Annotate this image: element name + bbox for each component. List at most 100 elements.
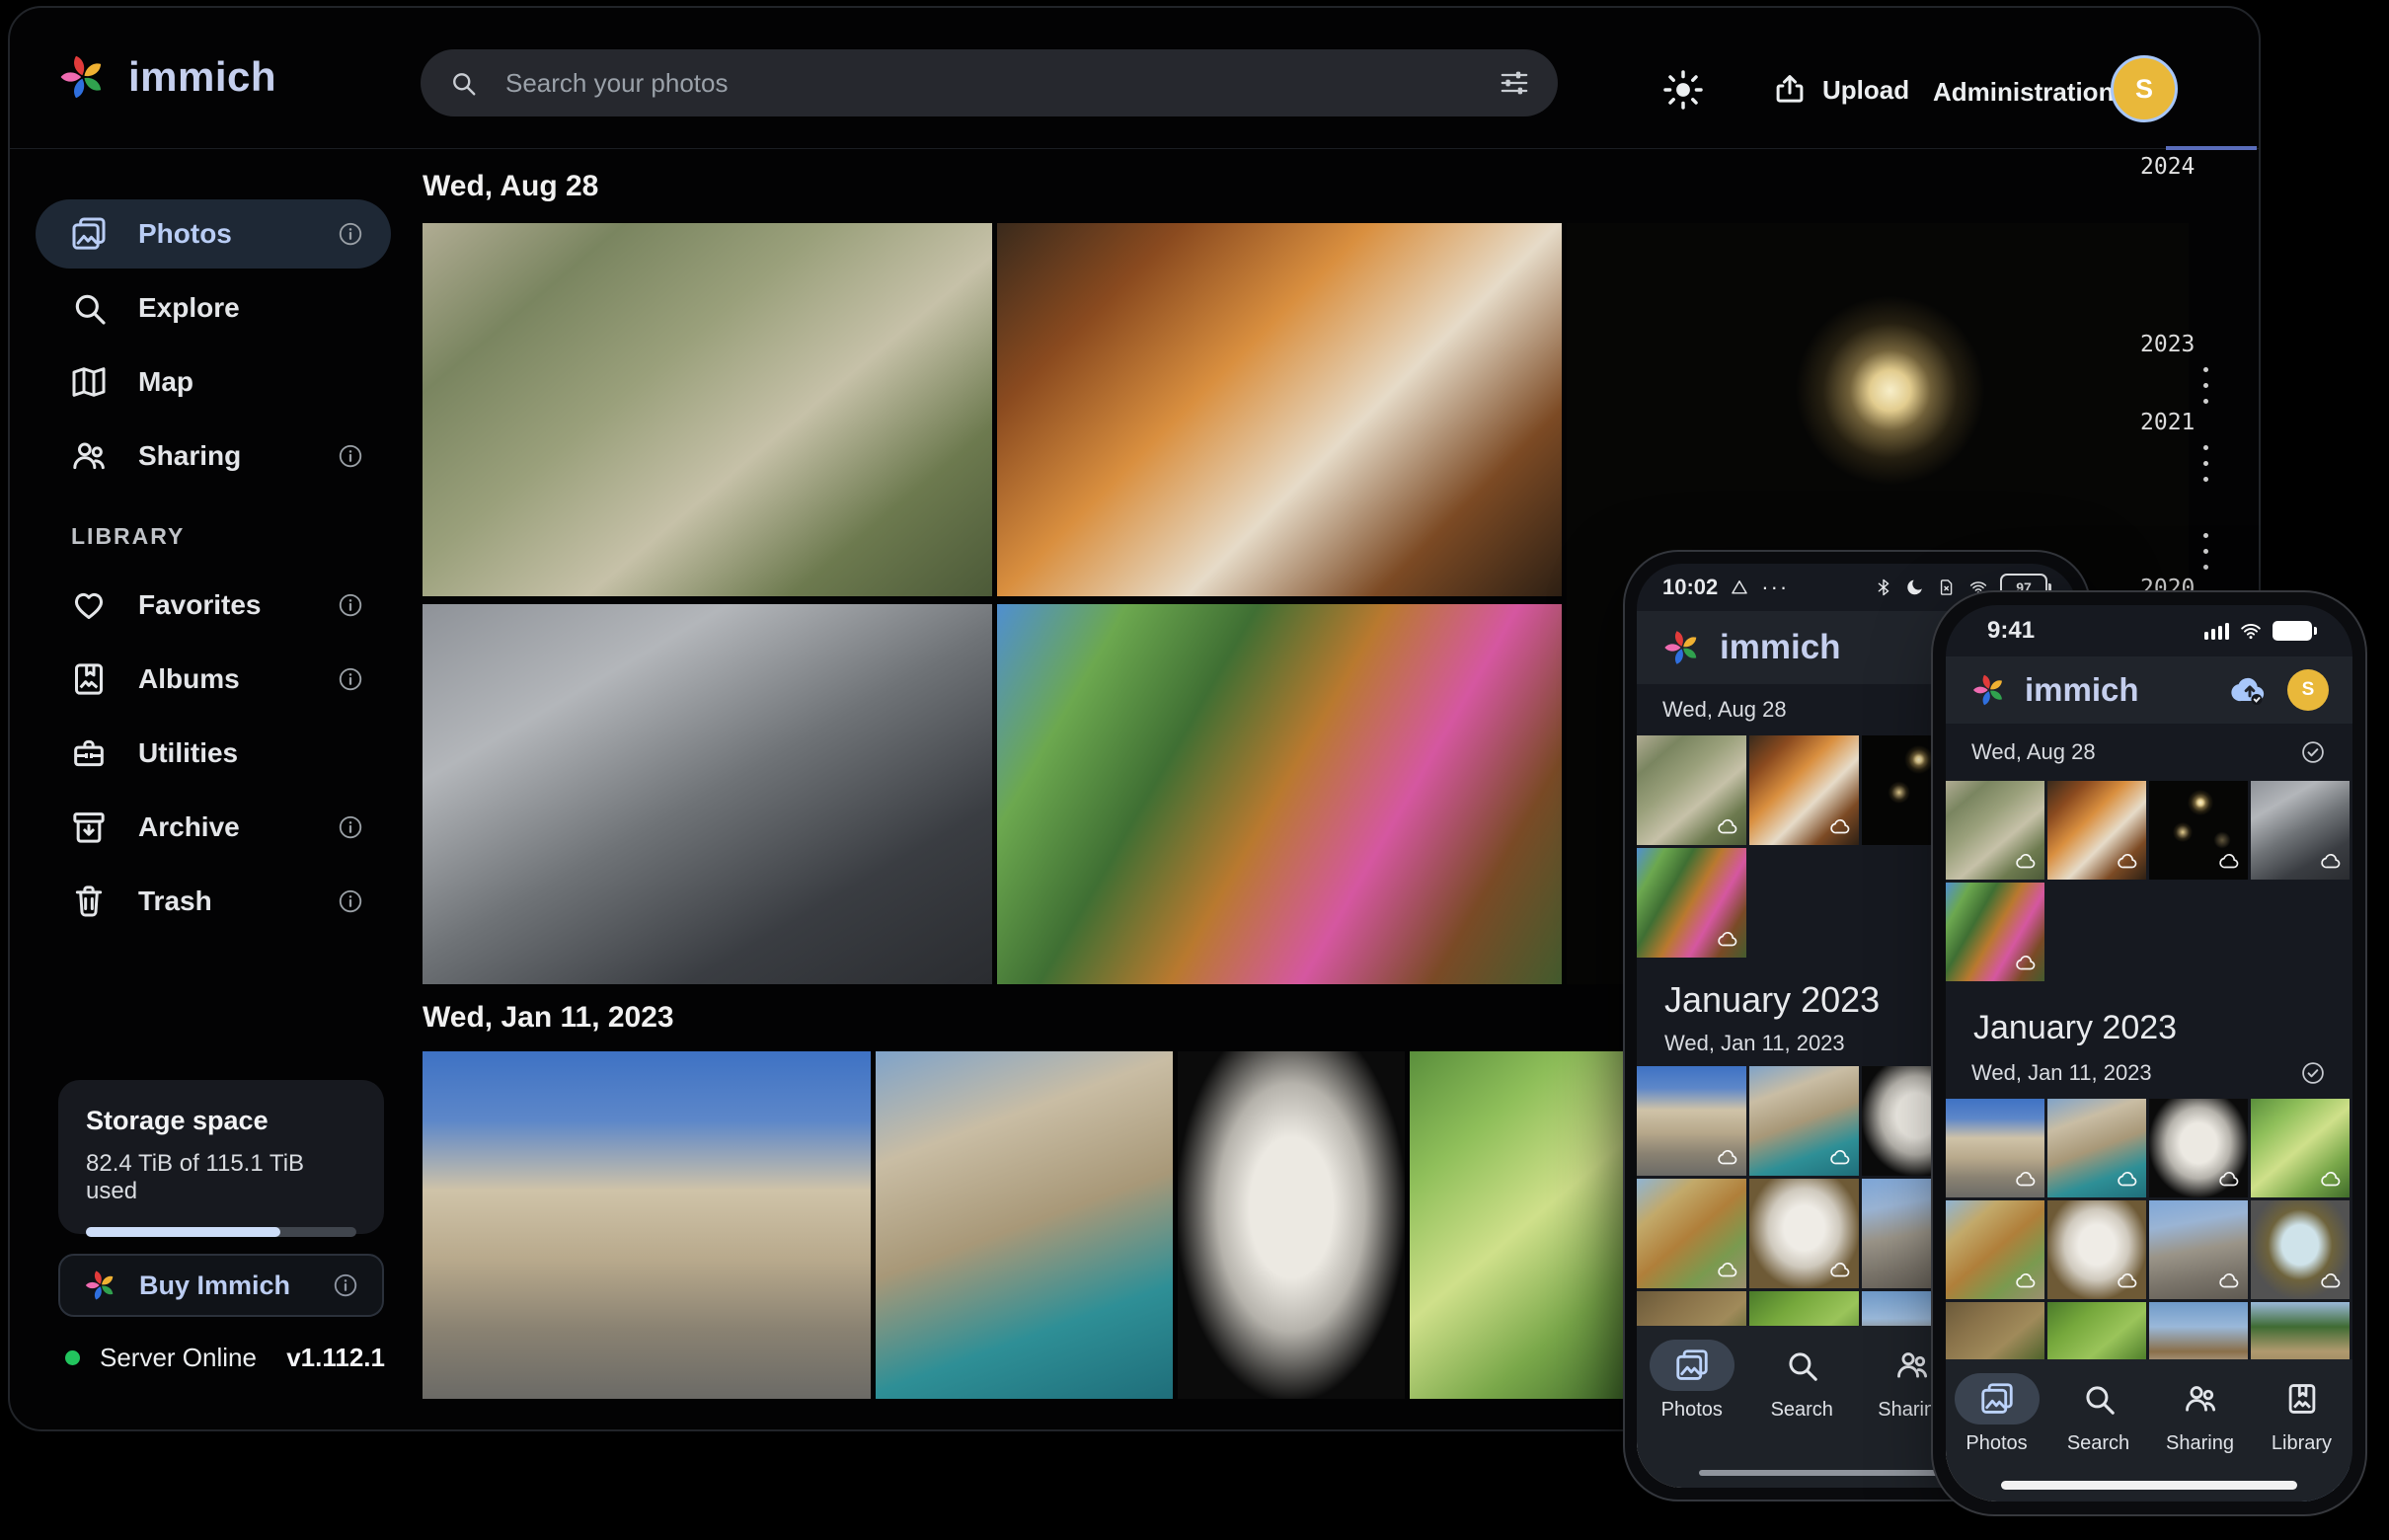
sidebar-item-photos[interactable]: Photos (36, 199, 391, 269)
sidebar-item-archive[interactable]: Archive (36, 793, 391, 862)
tab-search[interactable]: Search (1752, 1340, 1851, 1422)
cloud-sync-icon (1717, 815, 1740, 839)
tab-sharing[interactable]: Sharing (2151, 1373, 2250, 1455)
photo-dinner[interactable] (997, 223, 1562, 596)
scrubber-position-line[interactable] (2166, 146, 2257, 150)
user-avatar[interactable]: S (2287, 669, 2329, 711)
sun-icon (1660, 67, 1706, 113)
cellular-signal-icon (2204, 623, 2230, 640)
home-indicator[interactable] (2001, 1481, 2297, 1490)
wifi-icon (2239, 619, 2263, 643)
sidebar-item-sharing[interactable]: Sharing (36, 422, 391, 491)
photo-park[interactable] (1637, 848, 1746, 958)
photo-castle[interactable] (1637, 1066, 1746, 1176)
photo-trophy[interactable] (2251, 1200, 2350, 1299)
photo-monkeys[interactable] (423, 223, 992, 596)
people-icon (69, 436, 109, 476)
scrubber-current-year: 2024 (2140, 154, 2195, 180)
photo-bust[interactable] (2149, 1099, 2248, 1197)
info-icon[interactable] (331, 1270, 360, 1300)
immich-flower-icon (55, 49, 111, 105)
photo-fortress[interactable] (2047, 1099, 2146, 1197)
album-icon (69, 659, 109, 699)
cloud-sync-icon (1829, 1146, 1853, 1170)
date-group-heading: Wed, Jan 11, 2023 (423, 1001, 674, 1035)
scrubber-dots (2203, 533, 2229, 570)
tab-search[interactable]: Search (2049, 1373, 2148, 1455)
search-bar[interactable] (421, 49, 1558, 116)
cloud-sync-icon (2320, 1270, 2344, 1293)
sidebar-item-explore[interactable]: Explore (36, 273, 391, 343)
info-icon[interactable] (336, 664, 365, 694)
storage-progress-track (86, 1227, 356, 1237)
sidebar-item-map[interactable]: Map (36, 347, 391, 417)
date-group-row: Wed, Aug 28 (1946, 724, 2352, 781)
photo-beach[interactable] (1946, 1200, 2044, 1299)
cloud-sync-icon (2320, 850, 2344, 874)
toolbox-icon (69, 733, 109, 773)
server-online-dot (65, 1350, 80, 1365)
photo-castle[interactable] (423, 1051, 871, 1399)
photo-berries[interactable] (1410, 1051, 1641, 1399)
photo-monkeys[interactable] (1946, 781, 2044, 880)
info-icon[interactable] (336, 590, 365, 620)
theme-toggle-button[interactable] (1660, 67, 1706, 113)
search-input[interactable] (503, 67, 1473, 100)
cloud-sync-icon (1717, 928, 1740, 952)
photo-dinner[interactable] (1749, 735, 1859, 845)
photo-monkeys[interactable] (1637, 735, 1746, 845)
select-all-check-icon[interactable] (2299, 1059, 2327, 1087)
cloud-sync-icon (1717, 1259, 1740, 1282)
photo-fortress[interactable] (876, 1051, 1173, 1399)
photo-hands[interactable] (423, 604, 992, 984)
sidebar-item-trash[interactable]: Trash (36, 867, 391, 936)
info-icon[interactable] (336, 886, 365, 916)
photos-icon (69, 214, 109, 254)
photo-park[interactable] (1946, 883, 2044, 981)
photo-fortress[interactable] (1749, 1066, 1859, 1176)
search-filters-icon[interactable] (1499, 67, 1530, 99)
photos-icon (1978, 1380, 2016, 1418)
photo-dinner[interactable] (2047, 781, 2146, 880)
cloud-sync-icon (2117, 1270, 2140, 1293)
tab-photos[interactable]: Photos (1948, 1373, 2046, 1455)
photo-fireworks[interactable] (2149, 781, 2248, 880)
scrubber-year[interactable]: 2023 (2140, 332, 2229, 361)
info-icon[interactable] (336, 441, 365, 471)
upload-icon (1771, 71, 1809, 109)
administration-link[interactable]: Administration (1933, 77, 2114, 108)
upload-button[interactable]: Upload (1771, 67, 1909, 113)
cloud-sync-icon (2015, 1270, 2039, 1293)
sidebar-item-albums[interactable]: Albums (36, 645, 391, 714)
photo-hands[interactable] (2251, 781, 2350, 880)
immich-logo[interactable]: immich (55, 49, 276, 105)
month-heading: January 2023 (1946, 1009, 2352, 1047)
photo-park[interactable] (997, 604, 1562, 984)
info-icon[interactable] (336, 812, 365, 842)
photo-bust[interactable] (1178, 1051, 1405, 1399)
scrubber-year[interactable]: 2021 (2140, 410, 2229, 439)
photo-wall[interactable] (2149, 1200, 2248, 1299)
photo-castle[interactable] (1946, 1099, 2044, 1197)
info-icon[interactable] (336, 219, 365, 249)
backup-cloud-icon[interactable] (2228, 668, 2272, 712)
sidebar-item-utilities[interactable]: Utilities (36, 719, 391, 788)
brand-wordmark: immich (2025, 671, 2139, 709)
search-icon (69, 288, 109, 328)
photo-beach[interactable] (1637, 1179, 1746, 1288)
photo-berries[interactable] (2251, 1099, 2350, 1197)
storage-usage: 82.4 TiB of 115.1 TiB used (86, 1150, 356, 1205)
select-all-check-icon[interactable] (2299, 738, 2327, 766)
tab-library[interactable]: Library (2253, 1373, 2351, 1455)
photo-sculpture[interactable] (2047, 1200, 2146, 1299)
library-icon (2283, 1380, 2321, 1418)
clock: 10:02 (1662, 575, 1718, 600)
user-avatar[interactable]: S (2111, 55, 2178, 122)
upload-label: Upload (1822, 75, 1909, 106)
sidebar-item-favorites[interactable]: Favorites (36, 571, 391, 640)
cloud-sync-icon (1829, 815, 1853, 839)
buy-immich-button[interactable]: Buy Immich (58, 1254, 384, 1317)
scrubber-dots (2203, 445, 2229, 482)
photo-sculpture[interactable] (1749, 1179, 1859, 1288)
tab-photos[interactable]: Photos (1643, 1340, 1741, 1422)
